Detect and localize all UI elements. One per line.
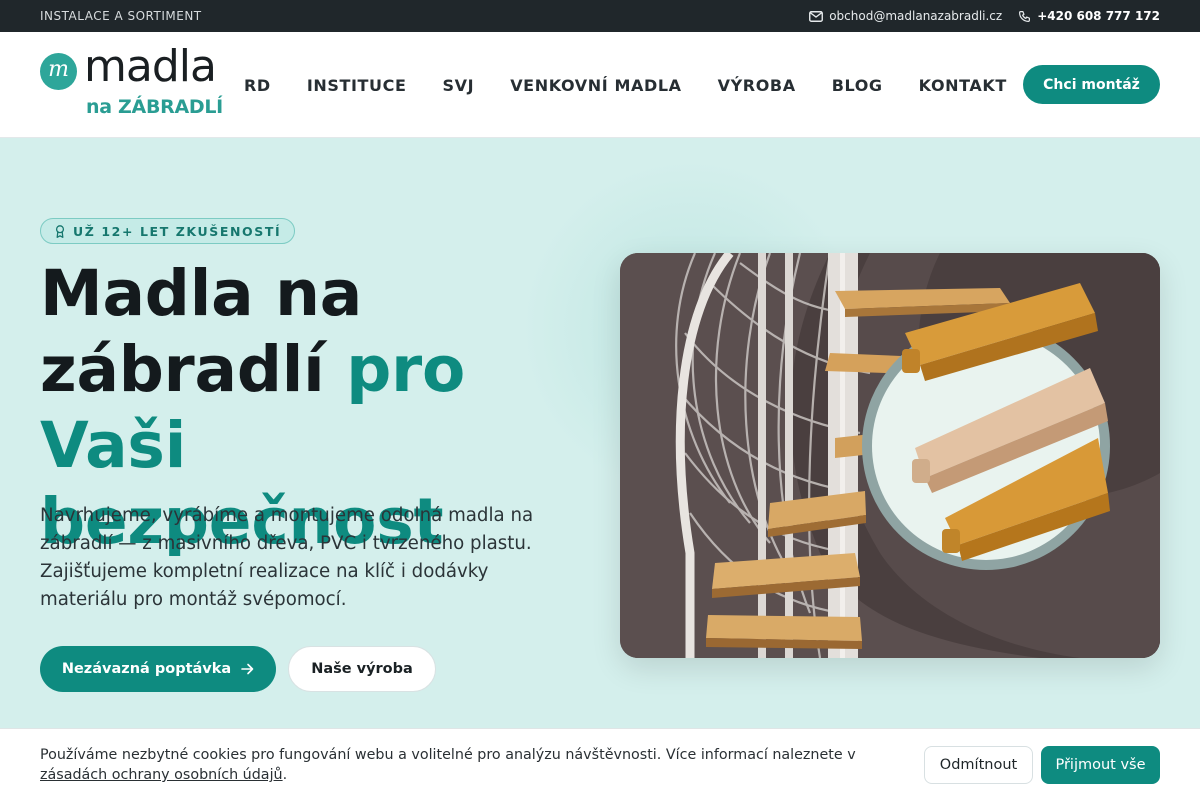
hero-lead: Navrhujeme, vyrábíme a montujeme odolná … bbox=[40, 505, 534, 610]
cookie-end: . bbox=[282, 767, 288, 783]
nav-item-blog[interactable]: BLOG bbox=[832, 76, 883, 95]
cookie-text: Používáme nezbytné cookies pro fungování… bbox=[40, 745, 920, 785]
topbar-phone-link[interactable]: +420 608 777 172 bbox=[1018, 9, 1160, 23]
arrow-right-icon bbox=[241, 663, 254, 675]
nav-item-kontakt[interactable]: KONTAKT bbox=[919, 76, 1007, 95]
main-nav: RD INSTITUCE SVJ VENKOVNÍ MADLA VÝROBA B… bbox=[244, 32, 1043, 138]
nav-item-venkovni-madla[interactable]: VENKOVNÍ MADLA bbox=[510, 76, 681, 95]
site-header: m madla na ZÁBRADLÍ RD INSTITUCE SVJ VEN… bbox=[0, 32, 1200, 138]
inquiry-button-label: Nezávazná poptávka bbox=[61, 661, 232, 677]
nav-item-instituce[interactable]: INSTITUCE bbox=[307, 76, 407, 95]
production-button[interactable]: Naše výroba bbox=[288, 646, 436, 692]
hero-section: UŽ 12+ LET ZKUŠENOSTÍ Madla na zábradlí … bbox=[0, 138, 1200, 728]
nav-item-vyroba[interactable]: VÝROBA bbox=[718, 76, 796, 95]
privacy-policy-link[interactable]: zásadách ochrany osobních údajů bbox=[40, 767, 283, 783]
logo-wordmark: madla bbox=[84, 41, 217, 92]
cookie-banner: Používáme nezbytné cookies pro fungování… bbox=[0, 728, 1200, 800]
accept-cookies-button[interactable]: Přijmout vše bbox=[1041, 746, 1160, 784]
topbar-email-link[interactable]: obchod@madlanazabradli.cz bbox=[809, 9, 1002, 23]
award-icon bbox=[55, 224, 65, 238]
hero-title-line1: Madla na bbox=[40, 257, 363, 330]
logo-mark: m bbox=[40, 53, 77, 90]
reject-cookies-button[interactable]: Odmítnout bbox=[924, 746, 1033, 784]
inquiry-button[interactable]: Nezávazná poptávka bbox=[40, 646, 276, 692]
experience-badge: UŽ 12+ LET ZKUŠENOSTÍ bbox=[40, 218, 296, 244]
hero-title-line2a: zábradlí bbox=[40, 333, 347, 406]
cookie-message: Používáme nezbytné cookies pro fungování… bbox=[40, 747, 856, 763]
site-logo[interactable]: m madla na ZÁBRADLÍ bbox=[40, 42, 225, 120]
mail-icon bbox=[809, 10, 824, 22]
staircase-illustration bbox=[620, 253, 1160, 658]
top-bar: INSTALACE A SORTIMENT obchod@madlanazabr… bbox=[0, 0, 1200, 32]
topbar-phone: +420 608 777 172 bbox=[1037, 9, 1160, 23]
topbar-contacts: obchod@madlanazabradli.cz +420 608 777 1… bbox=[809, 9, 1160, 23]
logo-subtitle: na ZÁBRADLÍ bbox=[86, 96, 223, 118]
hero-title-line2b: pro bbox=[346, 333, 466, 406]
topbar-email: obchod@madlanazabradli.cz bbox=[829, 9, 1003, 23]
nav-item-svj[interactable]: SVJ bbox=[443, 76, 475, 95]
nav-item-rd[interactable]: RD bbox=[244, 76, 271, 95]
hero-staircase-image bbox=[620, 253, 1160, 658]
phone-icon bbox=[1019, 10, 1031, 22]
badge-text: UŽ 12+ LET ZKUŠENOSTÍ bbox=[73, 223, 282, 239]
install-cta-button[interactable]: Chci montáž bbox=[1023, 65, 1160, 104]
topbar-tagline: INSTALACE A SORTIMENT bbox=[40, 9, 202, 23]
